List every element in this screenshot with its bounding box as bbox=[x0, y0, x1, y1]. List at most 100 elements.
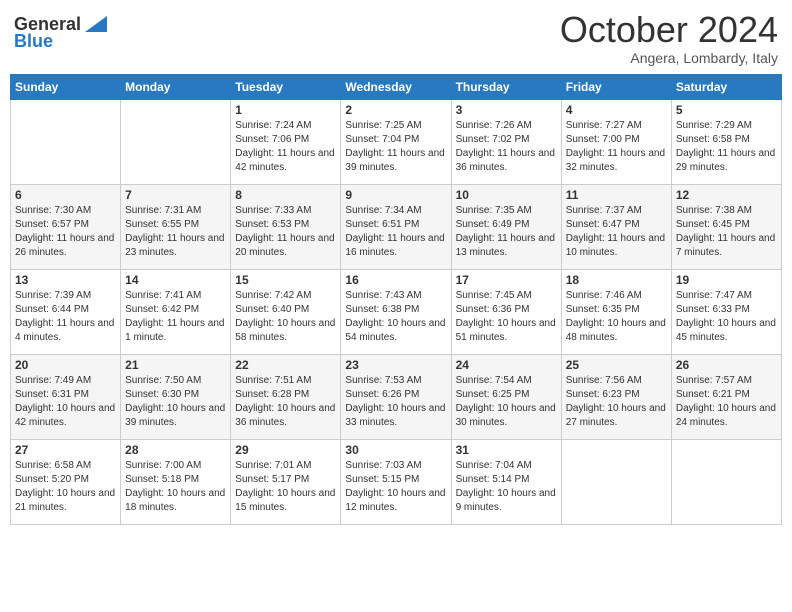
calendar-cell bbox=[671, 439, 781, 524]
day-info: Sunrise: 7:25 AMSunset: 7:04 PMDaylight:… bbox=[345, 119, 446, 175]
col-tuesday: Tuesday bbox=[231, 74, 341, 99]
calendar-cell: 13 Sunrise: 7:39 AMSunset: 6:44 PMDayligh… bbox=[11, 269, 121, 354]
day-number: 20 bbox=[15, 358, 116, 372]
day-info: Sunrise: 7:39 AMSunset: 6:44 PMDaylight:… bbox=[15, 289, 116, 345]
calendar-cell: 11 Sunrise: 7:37 AMSunset: 6:47 PMDayligh… bbox=[561, 184, 671, 269]
day-number: 29 bbox=[235, 443, 336, 457]
day-info: Sunrise: 7:04 AMSunset: 5:14 PMDaylight:… bbox=[456, 459, 557, 515]
header-row: Sunday Monday Tuesday Wednesday Thursday… bbox=[11, 74, 782, 99]
day-info: Sunrise: 7:51 AMSunset: 6:28 PMDaylight:… bbox=[235, 374, 336, 430]
day-number: 15 bbox=[235, 273, 336, 287]
day-number: 13 bbox=[15, 273, 116, 287]
calendar-cell bbox=[561, 439, 671, 524]
day-number: 25 bbox=[566, 358, 667, 372]
calendar-cell: 1 Sunrise: 7:24 AMSunset: 7:06 PMDaylight… bbox=[231, 99, 341, 184]
day-number: 1 bbox=[235, 103, 336, 117]
day-number: 2 bbox=[345, 103, 446, 117]
calendar-cell: 31Sunrise: 7:04 AMSunset: 5:14 PMDayligh… bbox=[451, 439, 561, 524]
calendar-cell: 5 Sunrise: 7:29 AMSunset: 6:58 PMDaylight… bbox=[671, 99, 781, 184]
day-number: 8 bbox=[235, 188, 336, 202]
day-info: Sunrise: 7:35 AMSunset: 6:49 PMDaylight:… bbox=[456, 204, 557, 260]
day-info: Sunrise: 7:57 AMSunset: 6:21 PMDaylight:… bbox=[676, 374, 777, 430]
calendar-cell: 12Sunrise: 7:38 AMSunset: 6:45 PMDayligh… bbox=[671, 184, 781, 269]
logo-icon bbox=[85, 16, 107, 32]
week-row-2: 6 Sunrise: 7:30 AMSunset: 6:57 PMDaylight… bbox=[11, 184, 782, 269]
calendar-cell: 21Sunrise: 7:50 AMSunset: 6:30 PMDayligh… bbox=[121, 354, 231, 439]
day-number: 22 bbox=[235, 358, 336, 372]
week-row-4: 20Sunrise: 7:49 AMSunset: 6:31 PMDayligh… bbox=[11, 354, 782, 439]
day-info: Sunrise: 7:46 AMSunset: 6:35 PMDaylight:… bbox=[566, 289, 667, 345]
day-info: Sunrise: 7:47 AMSunset: 6:33 PMDaylight:… bbox=[676, 289, 777, 345]
day-info: Sunrise: 7:03 AMSunset: 5:15 PMDaylight:… bbox=[345, 459, 446, 515]
day-number: 4 bbox=[566, 103, 667, 117]
calendar-cell: 28 Sunrise: 7:00 AMSunset: 5:18 PMDayligh… bbox=[121, 439, 231, 524]
col-friday: Friday bbox=[561, 74, 671, 99]
day-number: 5 bbox=[676, 103, 777, 117]
day-info: Sunrise: 7:31 AMSunset: 6:55 PMDaylight:… bbox=[125, 204, 226, 260]
day-number: 23 bbox=[345, 358, 446, 372]
day-info: Sunrise: 7:43 AMSunset: 6:38 PMDaylight:… bbox=[345, 289, 446, 345]
day-info: Sunrise: 7:00 AMSunset: 5:18 PMDaylight:… bbox=[125, 459, 226, 515]
calendar-cell: 19Sunrise: 7:47 AMSunset: 6:33 PMDayligh… bbox=[671, 269, 781, 354]
day-number: 10 bbox=[456, 188, 557, 202]
col-thursday: Thursday bbox=[451, 74, 561, 99]
day-info: Sunrise: 7:56 AMSunset: 6:23 PMDaylight:… bbox=[566, 374, 667, 430]
day-number: 28 bbox=[125, 443, 226, 457]
day-number: 18 bbox=[566, 273, 667, 287]
calendar-cell: 24Sunrise: 7:54 AMSunset: 6:25 PMDayligh… bbox=[451, 354, 561, 439]
calendar-cell: 27Sunrise: 6:58 AMSunset: 5:20 PMDayligh… bbox=[11, 439, 121, 524]
location-subtitle: Angera, Lombardy, Italy bbox=[560, 50, 778, 66]
day-number: 7 bbox=[125, 188, 226, 202]
day-number: 16 bbox=[345, 273, 446, 287]
day-info: Sunrise: 7:34 AMSunset: 6:51 PMDaylight:… bbox=[345, 204, 446, 260]
month-title: October 2024 bbox=[560, 10, 778, 50]
day-number: 24 bbox=[456, 358, 557, 372]
day-number: 30 bbox=[345, 443, 446, 457]
calendar-cell: 14 Sunrise: 7:41 AMSunset: 6:42 PMDayligh… bbox=[121, 269, 231, 354]
day-info: Sunrise: 7:41 AMSunset: 6:42 PMDaylight:… bbox=[125, 289, 226, 345]
day-number: 17 bbox=[456, 273, 557, 287]
calendar-table: Sunday Monday Tuesday Wednesday Thursday… bbox=[10, 74, 782, 525]
day-info: Sunrise: 7:29 AMSunset: 6:58 PMDaylight:… bbox=[676, 119, 777, 175]
day-number: 9 bbox=[345, 188, 446, 202]
calendar-cell: 9 Sunrise: 7:34 AMSunset: 6:51 PMDaylight… bbox=[341, 184, 451, 269]
calendar-cell: 10 Sunrise: 7:35 AMSunset: 6:49 PMDayligh… bbox=[451, 184, 561, 269]
calendar-cell: 15Sunrise: 7:42 AMSunset: 6:40 PMDayligh… bbox=[231, 269, 341, 354]
week-row-3: 13 Sunrise: 7:39 AMSunset: 6:44 PMDayligh… bbox=[11, 269, 782, 354]
title-area: October 2024 Angera, Lombardy, Italy bbox=[560, 10, 778, 66]
day-info: Sunrise: 7:45 AMSunset: 6:36 PMDaylight:… bbox=[456, 289, 557, 345]
calendar-cell: 2 Sunrise: 7:25 AMSunset: 7:04 PMDaylight… bbox=[341, 99, 451, 184]
day-info: Sunrise: 7:37 AMSunset: 6:47 PMDaylight:… bbox=[566, 204, 667, 260]
day-info: Sunrise: 7:24 AMSunset: 7:06 PMDaylight:… bbox=[235, 119, 336, 175]
day-number: 12 bbox=[676, 188, 777, 202]
day-info: Sunrise: 7:30 AMSunset: 6:57 PMDaylight:… bbox=[15, 204, 116, 260]
calendar-cell: 8 Sunrise: 7:33 AMSunset: 6:53 PMDaylight… bbox=[231, 184, 341, 269]
calendar-cell: 7 Sunrise: 7:31 AMSunset: 6:55 PMDaylight… bbox=[121, 184, 231, 269]
day-info: Sunrise: 7:26 AMSunset: 7:02 PMDaylight:… bbox=[456, 119, 557, 175]
calendar-cell: 20Sunrise: 7:49 AMSunset: 6:31 PMDayligh… bbox=[11, 354, 121, 439]
col-saturday: Saturday bbox=[671, 74, 781, 99]
calendar-cell: 18 Sunrise: 7:46 AMSunset: 6:35 PMDayligh… bbox=[561, 269, 671, 354]
day-info: Sunrise: 7:53 AMSunset: 6:26 PMDaylight:… bbox=[345, 374, 446, 430]
calendar-cell: 6 Sunrise: 7:30 AMSunset: 6:57 PMDaylight… bbox=[11, 184, 121, 269]
calendar-cell: 3 Sunrise: 7:26 AMSunset: 7:02 PMDaylight… bbox=[451, 99, 561, 184]
day-number: 14 bbox=[125, 273, 226, 287]
day-number: 3 bbox=[456, 103, 557, 117]
logo-blue-text: Blue bbox=[14, 31, 53, 52]
day-info: Sunrise: 6:58 AMSunset: 5:20 PMDaylight:… bbox=[15, 459, 116, 515]
week-row-5: 27Sunrise: 6:58 AMSunset: 5:20 PMDayligh… bbox=[11, 439, 782, 524]
calendar-cell: 30 Sunrise: 7:03 AMSunset: 5:15 PMDayligh… bbox=[341, 439, 451, 524]
calendar-cell: 17 Sunrise: 7:45 AMSunset: 6:36 PMDayligh… bbox=[451, 269, 561, 354]
day-info: Sunrise: 7:33 AMSunset: 6:53 PMDaylight:… bbox=[235, 204, 336, 260]
calendar-cell: 23 Sunrise: 7:53 AMSunset: 6:26 PMDayligh… bbox=[341, 354, 451, 439]
day-info: Sunrise: 7:27 AMSunset: 7:00 PMDaylight:… bbox=[566, 119, 667, 175]
day-number: 6 bbox=[15, 188, 116, 202]
day-info: Sunrise: 7:01 AMSunset: 5:17 PMDaylight:… bbox=[235, 459, 336, 515]
day-info: Sunrise: 7:50 AMSunset: 6:30 PMDaylight:… bbox=[125, 374, 226, 430]
calendar-cell: 29 Sunrise: 7:01 AMSunset: 5:17 PMDayligh… bbox=[231, 439, 341, 524]
page-header: General Blue October 2024 Angera, Lombar… bbox=[10, 10, 782, 66]
day-number: 26 bbox=[676, 358, 777, 372]
day-number: 11 bbox=[566, 188, 667, 202]
calendar-cell: 4 Sunrise: 7:27 AMSunset: 7:00 PMDaylight… bbox=[561, 99, 671, 184]
col-wednesday: Wednesday bbox=[341, 74, 451, 99]
